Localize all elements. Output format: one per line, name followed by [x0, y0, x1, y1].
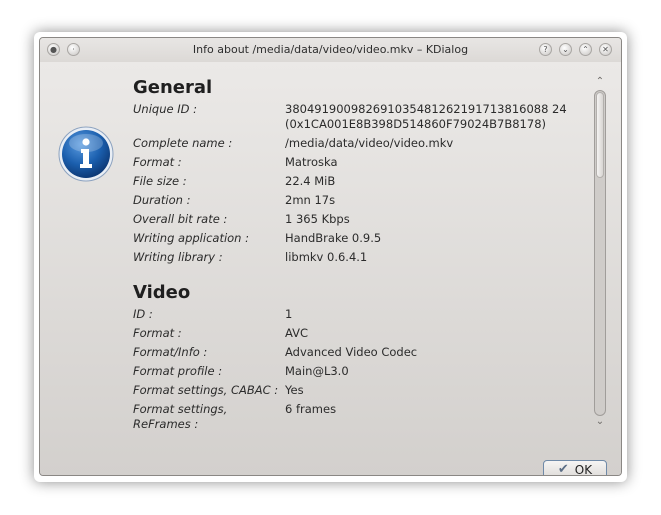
- field-value: 6 frames: [285, 402, 337, 416]
- field-value: Advanced Video Codec: [285, 345, 418, 359]
- field-value: HandBrake 0.9.5: [285, 231, 382, 245]
- info-row: Format/Info : Advanced Video Codec: [133, 343, 591, 362]
- chevron-down-icon: ⌄: [595, 416, 605, 427]
- window-title: Info about /media/data/video/video.mkv –…: [192, 43, 469, 56]
- scroll-thumb[interactable]: [596, 92, 604, 178]
- scroll-up-button[interactable]: ⌃: [593, 76, 607, 88]
- field-label: Writing application :: [133, 231, 250, 245]
- info-icon: [58, 126, 114, 182]
- maximize-button[interactable]: ⌃: [579, 43, 592, 56]
- info-scroll-area[interactable]: General Unique ID : 38049190098269103548…: [133, 76, 591, 438]
- close-icon: ✕: [602, 45, 609, 54]
- info-row: Format profile : Main@L3.0: [133, 362, 591, 381]
- field-label: File size :: [133, 174, 187, 188]
- section-title: Video: [133, 282, 191, 303]
- field-label: Format settings, ReFrames :: [133, 402, 228, 431]
- info-row: ID : 1: [133, 305, 591, 324]
- field-value: 22.4 MiB: [285, 174, 336, 188]
- titlebar[interactable]: ● · Info about /media/data/video/video.m…: [40, 38, 621, 62]
- info-row: Format settings, ReFrames : 6 frames: [133, 400, 591, 434]
- scroll-track[interactable]: [594, 90, 606, 416]
- chevron-down-icon: ⌄: [562, 45, 569, 54]
- checkmark-icon: ✔: [557, 462, 569, 476]
- info-row: Format : AVC: [133, 324, 591, 343]
- chevron-up-icon: ⌃: [595, 76, 605, 87]
- field-label: Format/Info :: [133, 345, 208, 359]
- section-title: General: [133, 77, 213, 98]
- field-label: Format :: [133, 155, 182, 169]
- info-row: Writing application : HandBrake 0.9.5: [133, 229, 591, 248]
- field-value: 380491900982691035481262191713816088 24 …: [285, 102, 567, 131]
- field-value: AVC: [285, 326, 309, 340]
- info-row: Format : Matroska: [133, 153, 591, 172]
- close-button[interactable]: ✕: [599, 43, 612, 56]
- field-value: 2mn 17s: [285, 193, 336, 207]
- help-button[interactable]: ?: [539, 43, 552, 56]
- section-video: Video ID : 1 Format : AVC Format/Info : …: [133, 281, 591, 434]
- field-label: Overall bit rate :: [133, 212, 228, 226]
- info-row: File size : 22.4 MiB: [133, 172, 591, 191]
- field-value: Matroska: [285, 155, 338, 169]
- ok-button-label: OK: [574, 463, 593, 476]
- field-value: Main@L3.0: [285, 364, 349, 378]
- section-general: General Unique ID : 38049190098269103548…: [133, 76, 591, 267]
- field-value: 1: [285, 307, 293, 321]
- field-label: Duration :: [133, 193, 191, 207]
- field-label: Writing library :: [133, 250, 223, 264]
- chevron-up-icon: ⌃: [582, 45, 589, 54]
- dialog-content: General Unique ID : 38049190098269103548…: [40, 62, 621, 475]
- field-value: 1 365 Kbps: [285, 212, 350, 226]
- field-label: Complete name :: [133, 136, 233, 150]
- scroll-down-button[interactable]: ⌄: [593, 416, 607, 428]
- field-value: /media/data/video/video.mkv: [285, 136, 454, 150]
- info-row: Writing library : libmkv 0.6.4.1: [133, 248, 591, 267]
- field-label: Format :: [133, 326, 182, 340]
- field-value: libmkv 0.6.4.1: [285, 250, 368, 264]
- field-label: Format settings, CABAC :: [133, 383, 279, 397]
- ok-button[interactable]: ✔ OK: [543, 460, 607, 476]
- vertical-scrollbar[interactable]: ⌃ ⌄: [593, 76, 607, 436]
- info-row: Complete name : /media/data/video/video.…: [133, 134, 591, 153]
- field-label: ID :: [133, 307, 153, 321]
- info-row: Duration : 2mn 17s: [133, 191, 591, 210]
- info-row: Unique ID : 3804919009826910354812621917…: [133, 100, 591, 134]
- field-value: Yes: [285, 383, 304, 397]
- field-label: Unique ID :: [133, 102, 197, 116]
- help-icon: ?: [543, 45, 548, 54]
- field-label: Format profile :: [133, 364, 223, 378]
- info-row: Format settings, CABAC : Yes: [133, 381, 591, 400]
- info-row: Overall bit rate : 1 365 Kbps: [133, 210, 591, 229]
- minimize-button[interactable]: ⌄: [559, 43, 572, 56]
- kdialog-window: ● · Info about /media/data/video/video.m…: [39, 37, 622, 476]
